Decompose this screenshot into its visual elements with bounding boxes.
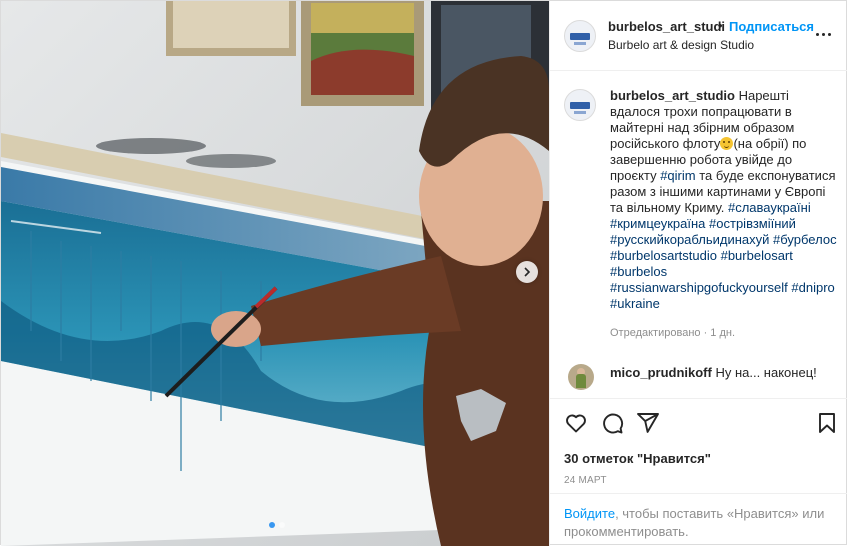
carousel-dot-active (269, 522, 275, 528)
post-side-panel: burbelos_art_studi • Подписаться Burbelo… (549, 1, 847, 546)
hashtag-link[interactable]: #dnipro (791, 280, 834, 295)
follow-button[interactable]: Подписаться (729, 19, 814, 34)
more-dot (828, 32, 831, 36)
header-subtitle: Burbelo art & design Studio (608, 38, 755, 52)
studio-logo-underline (574, 111, 586, 114)
hashtag-link[interactable]: #острівзміїний (709, 216, 796, 231)
post-header: burbelos_art_studi • Подписаться Burbelo… (550, 1, 847, 71)
hashtag-link[interactable]: #burbelosart (721, 248, 793, 263)
caption-username[interactable]: burbelos_art_studio (610, 88, 735, 103)
post-date[interactable]: 24 МАРТ (564, 475, 607, 486)
comment-body: Ну на... наконец! (711, 365, 817, 380)
avatar[interactable] (568, 364, 594, 390)
hashtag-link[interactable]: #бурбелос (773, 232, 837, 247)
hashtag-link[interactable]: #burbelosartstudio (610, 248, 717, 263)
comments-section: burbelos_art_studio Нарешті вдалося трох… (550, 72, 847, 398)
comment-text: mico_prudnikoff Ну на... наконец! (610, 365, 817, 380)
comment-icon[interactable] (600, 411, 624, 435)
hashtag-link[interactable]: #qirim (660, 168, 695, 183)
studio-logo-icon (570, 102, 590, 109)
more-dot (816, 32, 819, 36)
hashtag-link[interactable]: #burbelos (610, 264, 667, 279)
more-options-button[interactable] (816, 26, 836, 42)
likes-count[interactable]: 30 отметок "Нравится" (564, 451, 711, 466)
hashtag-link[interactable]: #ukraine (610, 296, 660, 311)
heart-icon[interactable] (564, 411, 588, 435)
login-prompt: Войдите, чтобы поставить «Нравится» или … (564, 505, 840, 541)
chevron-right-icon (524, 267, 531, 277)
studio-logo-underline (574, 42, 586, 45)
header-username[interactable]: burbelos_art_studi (608, 19, 725, 34)
post-media[interactable] (1, 1, 549, 546)
painting-photo (1, 1, 549, 546)
post-caption: burbelos_art_studio Нарешті вдалося трох… (610, 88, 838, 312)
studio-logo-icon (570, 33, 590, 40)
caption-avatar[interactable] (564, 89, 596, 121)
bookmark-icon[interactable] (815, 411, 839, 435)
avatar[interactable] (564, 20, 596, 52)
divider (550, 493, 847, 494)
hashtag-link[interactable]: #славаукраїні (728, 200, 811, 215)
comment-username[interactable]: mico_prudnikoff (610, 365, 712, 380)
edited-timestamp: Отредактировано · 1 дн. (610, 327, 736, 339)
avatar-body (576, 374, 586, 388)
action-bar: 30 отметок "Нравится" 24 МАРТ Войдите, ч… (550, 398, 847, 546)
header-separator: • (718, 18, 723, 33)
hashtag-link[interactable]: #русскийкорабльидинахуй (610, 232, 769, 247)
more-dot (822, 32, 825, 36)
login-link[interactable]: Войдите (564, 506, 615, 521)
hashtag-link[interactable]: #russianwarshipgofuckyourself (610, 280, 788, 295)
instagram-post: burbelos_art_studi • Подписаться Burbelo… (0, 0, 847, 546)
hashtag-link[interactable]: #кримцеукраїна (610, 216, 705, 231)
carousel-indicator (269, 522, 285, 528)
share-icon[interactable] (636, 411, 660, 435)
next-slide-button[interactable] (516, 261, 538, 283)
grinning-face-emoji-icon (720, 137, 734, 150)
carousel-dot (279, 522, 285, 528)
